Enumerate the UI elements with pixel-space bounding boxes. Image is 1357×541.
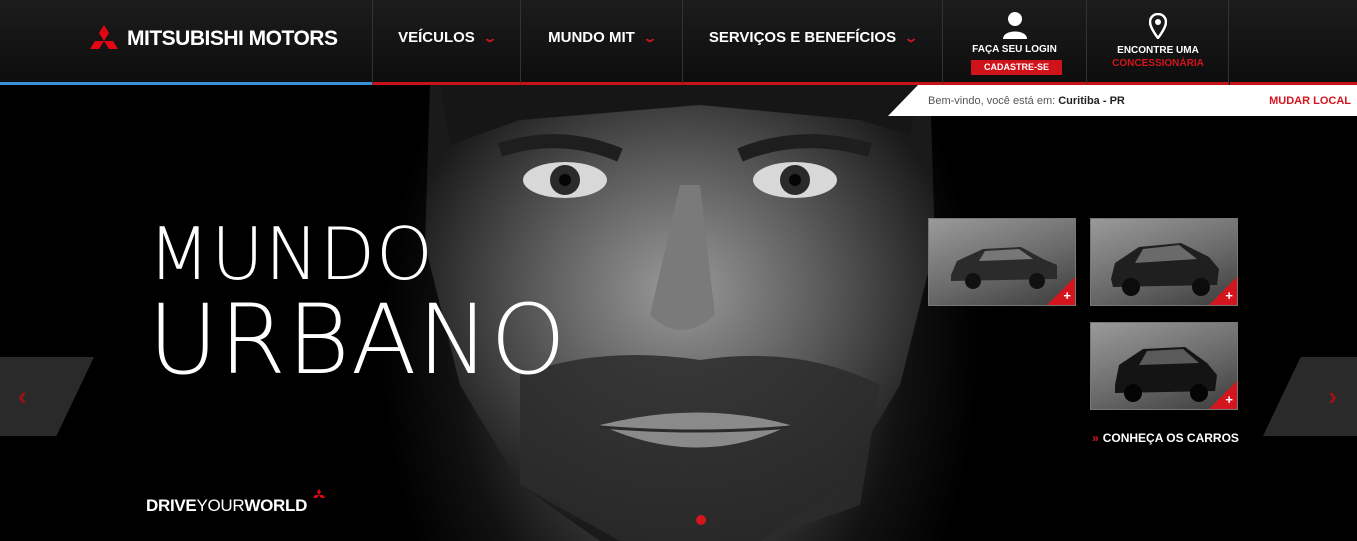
- slogan-drive: DRIVE: [146, 496, 197, 515]
- chevron-down-icon: ⌄: [482, 31, 498, 45]
- double-chevron-right-icon: »: [1092, 431, 1099, 445]
- location-city: Curitiba - PR: [1058, 95, 1125, 107]
- location-bar: Bem-vindo, você está em: Curitiba - PR M…: [888, 85, 1357, 116]
- car-image: [1115, 347, 1217, 402]
- car-image: [951, 247, 1057, 289]
- meet-the-cars-link[interactable]: » CONHEÇA OS CARROS: [1092, 431, 1239, 445]
- nav-mundo-mit[interactable]: MUNDO MIT ⌄: [520, 0, 682, 85]
- login-label: FAÇA SEU LOGIN: [972, 44, 1057, 55]
- drive-your-world-slogan: DRIVEYOURWORLD: [146, 496, 307, 516]
- car-thumbnail[interactable]: +: [1090, 322, 1238, 410]
- location-prefix: Bem-vindo, você está em:: [928, 95, 1059, 107]
- nav-vehicles-label: VEÍCULOS: [398, 29, 475, 46]
- hero-title-line2: URBANO: [148, 284, 567, 396]
- nav-vehicles[interactable]: VEÍCULOS ⌄: [372, 0, 520, 85]
- chevron-right-icon: ›: [1328, 381, 1337, 411]
- chevron-left-icon: ‹: [18, 381, 27, 411]
- carousel-indicator-dot[interactable]: [696, 515, 706, 525]
- slogan-world: WORLD: [244, 496, 308, 515]
- nav-services[interactable]: SERVIÇOS E BENEFÍCIOS ⌄: [682, 0, 942, 85]
- register-button[interactable]: CADASTRE-SE: [971, 60, 1062, 75]
- login-panel[interactable]: FAÇA SEU LOGIN CADASTRE-SE: [942, 0, 1086, 85]
- header-spacer: [1230, 0, 1357, 85]
- car-thumbnail[interactable]: +: [928, 218, 1076, 306]
- map-pin-icon: [1149, 13, 1167, 39]
- chevron-down-icon: ⌄: [642, 31, 658, 45]
- find-dealer[interactable]: ENCONTRE UMA CONCESSIONÁRIA: [1086, 0, 1229, 85]
- logo-text: MITSUBISHI MOTORS: [127, 27, 338, 50]
- nav-mundo-mit-label: MUNDO MIT: [548, 29, 635, 46]
- logo-area: MITSUBISHI MOTORS: [0, 0, 372, 85]
- slogan-your: YOUR: [196, 496, 245, 515]
- user-icon: [1003, 12, 1027, 39]
- location-text: Bem-vindo, você está em: Curitiba - PR: [928, 95, 1125, 107]
- car-image: [1111, 243, 1219, 296]
- dealer-label-line1: ENCONTRE UMA: [1117, 45, 1199, 56]
- three-diamonds-icon: [90, 25, 118, 49]
- meet-the-cars-label: CONHEÇA OS CARROS: [1102, 431, 1239, 445]
- nav-services-label: SERVIÇOS E BENEFÍCIOS: [708, 29, 897, 46]
- site-header: MITSUBISHI MOTORS VEÍCULOS ⌄ MUNDO MIT ⌄…: [0, 0, 1357, 85]
- car-thumbnail[interactable]: +: [1090, 218, 1238, 306]
- change-location-link[interactable]: MUDAR LOCAL: [1269, 95, 1351, 107]
- mitsubishi-logo[interactable]: MITSUBISHI MOTORS: [86, 25, 338, 53]
- three-diamonds-icon: [313, 489, 325, 498]
- chevron-down-icon: ⌄: [903, 31, 919, 45]
- dealer-label-line2: CONCESSIONÁRIA: [1112, 58, 1204, 69]
- hero-title-line1: MUNDO: [148, 212, 434, 296]
